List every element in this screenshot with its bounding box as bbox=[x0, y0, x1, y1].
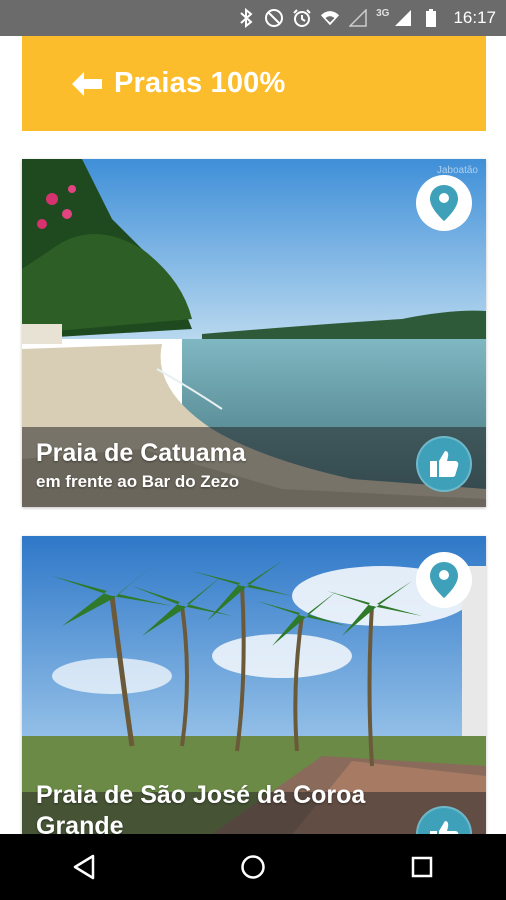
app-bar: Praias 100% bbox=[22, 36, 486, 131]
alarm-icon bbox=[292, 7, 312, 29]
thumbs-up-icon bbox=[430, 821, 459, 834]
beach-card[interactable]: Praia de São José da Coroa Grande bbox=[22, 536, 486, 834]
card-subtitle: em frente ao Bar do Zezo bbox=[36, 472, 240, 491]
status-bar: 3G 16:17 bbox=[0, 0, 506, 36]
back-triangle-icon bbox=[74, 854, 95, 880]
battery-icon bbox=[421, 7, 441, 29]
signal-empty-icon bbox=[348, 7, 368, 29]
recents-square-icon bbox=[411, 856, 432, 878]
navigation-bar bbox=[0, 834, 506, 900]
bluetooth-icon bbox=[236, 7, 256, 29]
nav-recents-button[interactable] bbox=[392, 837, 452, 897]
map-pin-icon bbox=[430, 185, 458, 221]
page-title: Praias 100% bbox=[114, 67, 286, 99]
clock: 16:17 bbox=[453, 8, 496, 27]
wifi-icon bbox=[320, 7, 340, 29]
map-pin-icon bbox=[430, 562, 458, 598]
thumbs-up-icon bbox=[430, 451, 459, 477]
do-not-disturb-icon bbox=[264, 7, 284, 29]
beach-card[interactable]: Jaboatão Praia de Catuama em frente ao B… bbox=[22, 159, 486, 507]
signal-icon bbox=[393, 7, 413, 29]
location-button[interactable] bbox=[416, 175, 472, 231]
card-title: Praia de Catuama bbox=[36, 439, 246, 467]
content-area[interactable]: Praias 100% Jaboatão Praia de Catuama em… bbox=[0, 36, 506, 834]
like-button[interactable] bbox=[416, 436, 472, 492]
nav-home-button[interactable] bbox=[223, 837, 283, 897]
back-arrow-icon[interactable] bbox=[70, 69, 106, 99]
nav-back-button[interactable] bbox=[54, 837, 114, 897]
network-type: 3G bbox=[376, 7, 390, 19]
home-circle-icon bbox=[241, 855, 265, 879]
card-title: Praia de São José da Coroa Grande bbox=[36, 781, 366, 834]
location-button[interactable] bbox=[416, 552, 472, 608]
